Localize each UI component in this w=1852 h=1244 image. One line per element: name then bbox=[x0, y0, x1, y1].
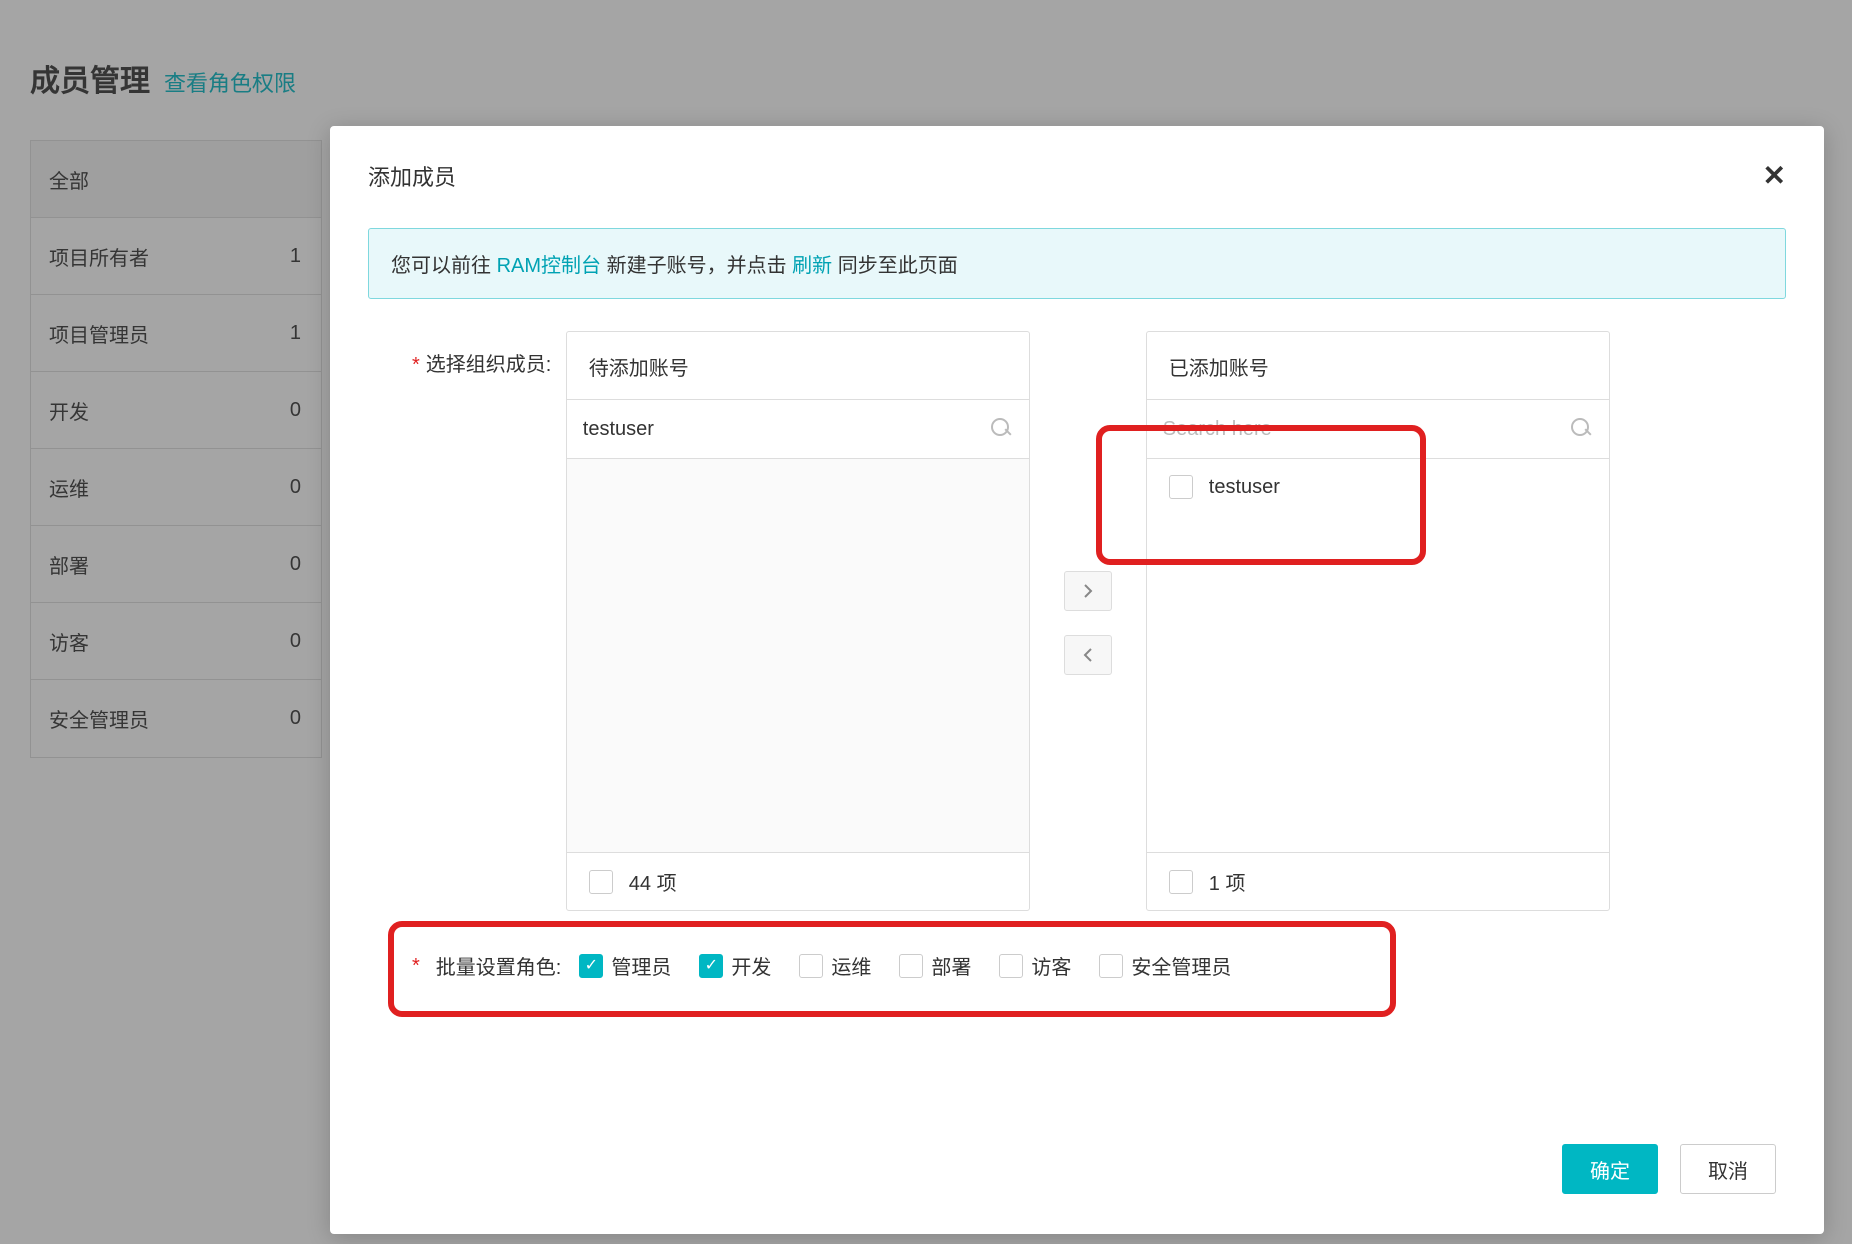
chevron-right-icon bbox=[1082, 584, 1094, 598]
add-member-modal: 添加成员 ✕ 您可以前往 RAM控制台 新建子账号，并点击 刷新 同步至此页面 … bbox=[330, 126, 1824, 1234]
info-text: 同步至此页面 bbox=[832, 255, 958, 277]
role-checkbox[interactable] bbox=[799, 954, 823, 978]
select-members-label: 选择组织成员: bbox=[426, 351, 566, 379]
item-label: testuser bbox=[1209, 476, 1280, 499]
info-banner: 您可以前往 RAM控制台 新建子账号，并点击 刷新 同步至此页面 bbox=[368, 228, 1786, 299]
role-option[interactable]: 访客 bbox=[999, 951, 1071, 980]
role-option-label: 管理员 bbox=[611, 951, 671, 980]
selected-panel: 已添加账号 testuser 1 项 bbox=[1146, 331, 1610, 911]
selected-title: 已添加账号 bbox=[1147, 332, 1609, 399]
available-list bbox=[567, 459, 1029, 852]
selected-count: 1 项 bbox=[1209, 867, 1246, 896]
select-all-available-checkbox[interactable] bbox=[589, 870, 613, 894]
search-icon bbox=[1571, 418, 1593, 440]
required-marker: * bbox=[412, 954, 420, 978]
role-option[interactable]: 运维 bbox=[799, 951, 871, 980]
close-icon[interactable]: ✕ bbox=[1763, 162, 1786, 190]
info-text: 新建子账号，并点击 bbox=[601, 255, 792, 277]
item-checkbox[interactable] bbox=[1169, 475, 1193, 499]
cancel-button[interactable]: 取消 bbox=[1680, 1144, 1776, 1194]
role-option-label: 开发 bbox=[731, 951, 771, 980]
refresh-link[interactable]: 刷新 bbox=[792, 255, 832, 277]
role-option[interactable]: 管理员 bbox=[579, 951, 671, 980]
role-option-label: 运维 bbox=[831, 951, 871, 980]
available-count: 44 项 bbox=[629, 867, 677, 896]
ram-console-link[interactable]: RAM控制台 bbox=[497, 255, 601, 277]
role-checkbox[interactable] bbox=[699, 954, 723, 978]
move-right-button[interactable] bbox=[1064, 571, 1112, 611]
available-search-input[interactable] bbox=[583, 418, 991, 441]
list-item[interactable]: testuser bbox=[1147, 459, 1609, 515]
confirm-button[interactable]: 确定 bbox=[1562, 1144, 1658, 1194]
available-panel: 待添加账号 44 项 bbox=[566, 331, 1030, 911]
role-checkbox[interactable] bbox=[899, 954, 923, 978]
role-checkbox[interactable] bbox=[1099, 954, 1123, 978]
role-option-label: 访客 bbox=[1031, 951, 1071, 980]
role-option[interactable]: 安全管理员 bbox=[1099, 951, 1231, 980]
batch-roles-label: 批量设置角色: bbox=[436, 951, 562, 980]
role-checkbox[interactable] bbox=[999, 954, 1023, 978]
role-checkbox[interactable] bbox=[579, 954, 603, 978]
chevron-left-icon bbox=[1082, 648, 1094, 662]
role-option[interactable]: 部署 bbox=[899, 951, 971, 980]
batch-roles-row: * 批量设置角色: 管理员 开发 运维 部署 访客 安全管理员 bbox=[412, 951, 1786, 980]
move-left-button[interactable] bbox=[1064, 635, 1112, 675]
selected-footer: 1 项 bbox=[1147, 852, 1609, 910]
selected-search-input[interactable] bbox=[1163, 418, 1571, 441]
select-all-selected-checkbox[interactable] bbox=[1169, 870, 1193, 894]
role-option[interactable]: 开发 bbox=[699, 951, 771, 980]
search-icon bbox=[991, 418, 1013, 440]
modal-title: 添加成员 bbox=[368, 160, 456, 192]
required-marker: * bbox=[412, 351, 420, 379]
available-search[interactable] bbox=[567, 399, 1029, 459]
available-footer: 44 项 bbox=[567, 852, 1029, 910]
selected-search[interactable] bbox=[1147, 399, 1609, 459]
role-option-label: 部署 bbox=[931, 951, 971, 980]
info-text: 您可以前往 bbox=[391, 255, 497, 277]
selected-list: testuser bbox=[1147, 459, 1609, 852]
role-option-label: 安全管理员 bbox=[1131, 951, 1231, 980]
available-title: 待添加账号 bbox=[567, 332, 1029, 399]
